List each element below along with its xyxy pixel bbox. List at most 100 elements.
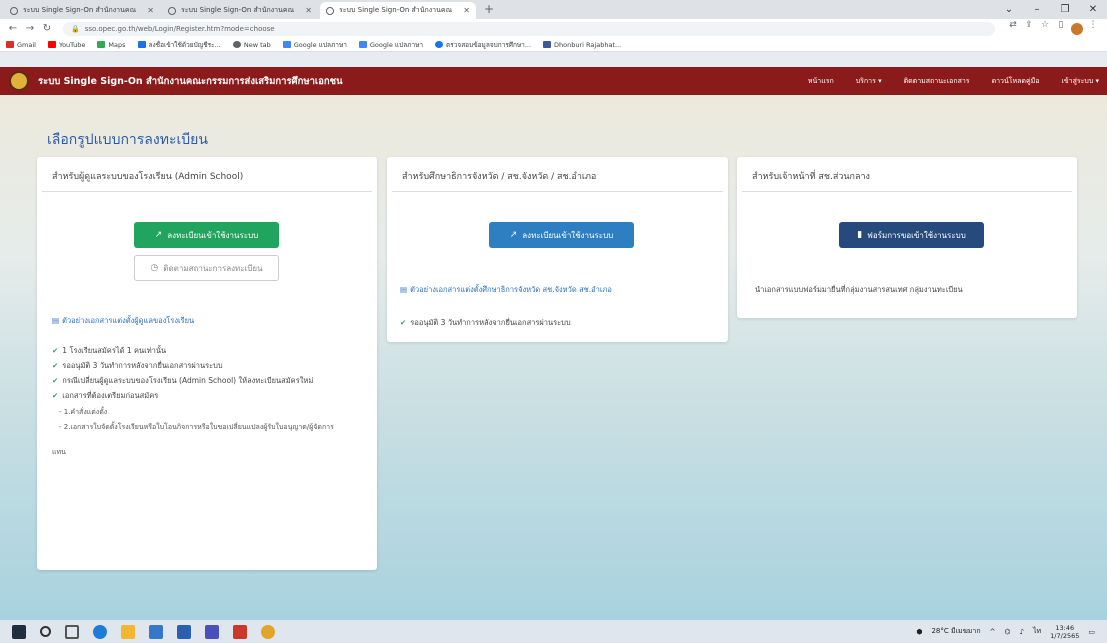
browser-tab-2[interactable]: ระบบ Single Sign-On สำนักงานคณ ✕ [162,2,318,19]
translate-icon [282,41,291,48]
sub-item: แทน [52,448,66,456]
site-navbar: ระบบ Single Sign-On สำนักงานคณะกรรมการส่… [0,67,1107,95]
list-item: ✔ 1 โรงเรียนสมัครได้ 1 คนเท่านั้น [52,346,167,355]
teams-icon[interactable] [205,624,219,639]
word-icon[interactable] [177,624,191,639]
page-title: เลือกรูปแบบการลงทะเบียน [47,132,208,148]
card-header: สำหรับศึกษาธิการจังหวัด / สช.จังหวัด / ส… [392,157,723,192]
store-icon[interactable] [149,624,163,639]
side-panel-icon[interactable]: ▯ [1053,20,1069,38]
external-link-icon: ↗ [154,230,163,240]
bookmark-login[interactable]: ลงชื่อเข้าใช้ด้วยบัญชีระ... [137,40,221,50]
back-icon[interactable]: ← [6,23,20,34]
pdf-icon[interactable] [233,624,247,639]
card-central-staff: สำหรับเจ้าหน้าที่ สช.ส่วนกลาง ▮ ฟอร์มการข… [737,157,1077,318]
chrome-icon[interactable] [261,624,275,639]
close-window-icon[interactable]: ✕ [1079,0,1107,19]
list-item: ✔ กรณีเปลี่ยนผู้ดูแลระบบของโรงเรียน (Admi… [52,376,314,385]
edge-icon[interactable] [93,624,107,639]
file-icon: ▮ [857,230,863,240]
check-icon: ✔ [52,391,59,400]
bookmark-newtab[interactable]: New tab [232,41,271,49]
bookmarks-bar: Gmail YouTube Maps ลงชื่อเข้าใช้ด้วยบัญช… [0,38,1107,52]
menu-login[interactable]: เข้าสู่ระบบ ▾ [1061,76,1099,87]
close-icon[interactable]: ✕ [305,6,312,15]
register-button[interactable]: ↗ ลงทะเบียนเข้าใช้งานระบบ [489,222,634,248]
file-explorer-icon[interactable] [121,624,135,639]
app-tray-icon[interactable]: ⬢ [916,628,922,636]
page-content: เลือกรูปแบบการลงทะเบียน สำหรับผู้ดูแลระบ… [0,95,1107,620]
menu-track-documents[interactable]: ติดตามสถานะเอกสาร [904,76,970,87]
menu-download-manual[interactable]: ดาวน์โหลดคู่มือ [992,76,1040,87]
window-controls: ⌄ – ❐ ✕ [995,0,1107,19]
sub-item: - 1.คำสั่งแต่งตั้ง [59,408,108,416]
youtube-icon [47,41,56,48]
note-text: นำเอกสารแบบฟอร์มมายื่นที่กลุ่มงานสารสนเท… [755,285,963,294]
tab-search-icon[interactable]: ⌄ [995,0,1023,19]
profile-avatar[interactable] [1069,20,1085,38]
site-brand[interactable]: ระบบ Single Sign-On สำนักงานคณะกรรมการส่… [38,74,343,89]
browser-tab-3[interactable]: ระบบ Single Sign-On สำนักงานคณ ✕ [320,2,476,19]
request-form-button[interactable]: ▮ ฟอร์มการขอเข้าใช้งานระบบ [839,222,984,248]
bookmark-dhonburi[interactable]: Dhonburi Rajabhat... [543,41,621,49]
globe-icon [168,6,176,15]
sub-item: - 2.เอกสารใบจัดตั้งโรงเรียนหรือใบโอนกิจก… [59,423,334,431]
bookmark-graduation[interactable]: ตรวจสอบข้อมูลจบการศึกษา... [435,40,531,50]
lock-icon: 🔒 [71,24,80,33]
globe-icon [326,6,334,15]
task-view-icon[interactable] [65,624,79,639]
register-button[interactable]: ↗ ลงทะเบียนเข้าใช้งานระบบ [134,222,279,248]
document-icon: ▤ [52,316,60,325]
check-icon: ✔ [52,376,59,385]
taskbar: ⬢ 28°C มีเมฆมาก ^ ⌬ ♪ ไท 13:46 1/7/2565 … [0,620,1107,643]
address-bar: ← → ↻ 🔒 sso.opec.go.th/web/Login/Registe… [0,19,1107,38]
login-icon [137,41,146,48]
bookmark-translate-2[interactable]: Google แปลภาษา [358,40,423,50]
search-icon[interactable] [40,626,51,637]
list-item: ✔ รออนุมัติ 3 วันทำการหลังจากยื่นเอกสารผ่… [52,361,223,370]
bookmark-star-icon[interactable]: ☆ [1037,20,1053,38]
bookmark-youtube[interactable]: YouTube [47,41,85,49]
browser-tab-1[interactable]: ระบบ Single Sign-On สำนักงานคณ ✕ [4,2,160,19]
tab-title: ระบบ Single Sign-On สำนักงานคณ [181,6,295,14]
volume-icon[interactable]: ♪ [1020,628,1024,636]
card-header: สำหรับเจ้าหน้าที่ สช.ส่วนกลาง [742,157,1072,192]
track-status-button[interactable]: ◷ ติดตามสถานะการลงทะเบียน [134,255,279,281]
network-icon[interactable]: ⌬ [1004,628,1010,636]
external-link-icon: ↗ [509,230,518,240]
document-sample-link[interactable]: ▤ ตัวอย่างเอกสารแต่งตั้งผู้ดูแลของโรงเรีย… [52,315,194,327]
forward-icon[interactable]: → [23,23,37,34]
bookmark-maps[interactable]: Maps [97,41,126,49]
close-icon[interactable]: ✕ [463,6,470,15]
url-input[interactable]: 🔒 sso.opec.go.th/web/Login/Register.htm?… [63,21,995,36]
globe-icon [232,41,241,48]
site-logo[interactable] [9,71,29,91]
new-tab-button[interactable]: + [478,2,500,19]
translate-icon[interactable]: ⇄ [1005,20,1021,38]
toolbar-actions: ⇄ ⇪ ☆ ▯ ⋮ [1005,20,1101,38]
weather-widget[interactable]: 28°C มีเมฆมาก [931,626,980,637]
clock[interactable]: 13:46 1/7/2565 [1050,624,1079,640]
maximize-icon[interactable]: ❐ [1051,0,1079,19]
check-icon: ✔ [52,346,59,355]
tab-title: ระบบ Single Sign-On สำนักงานคณ [339,6,453,14]
menu-home[interactable]: หน้าแรก [808,76,834,87]
university-icon [543,41,552,48]
reload-icon[interactable]: ↻ [40,23,54,34]
gmail-icon [6,41,14,48]
show-hidden-icon[interactable]: ^ [990,628,996,636]
document-sample-link[interactable]: ▤ ตัวอย่างเอกสารแต่งตั้งศึกษาธิการจังหวัด… [400,284,612,296]
bookmark-gmail[interactable]: Gmail [6,41,36,49]
notification-icon[interactable]: ▭ [1088,628,1095,636]
share-icon[interactable]: ⇪ [1021,20,1037,38]
close-icon[interactable]: ✕ [147,6,154,15]
menu-services[interactable]: บริการ ▾ [856,76,882,87]
windows-start-icon[interactable] [12,624,26,639]
bookmark-translate-1[interactable]: Google แปลภาษา [282,40,347,50]
document-icon: ▤ [400,285,408,294]
language-indicator[interactable]: ไท [1033,626,1041,637]
menu-dots-icon[interactable]: ⋮ [1085,20,1101,38]
globe-icon [435,41,444,48]
check-icon: ✔ [52,361,59,370]
minimize-icon[interactable]: – [1023,0,1051,19]
